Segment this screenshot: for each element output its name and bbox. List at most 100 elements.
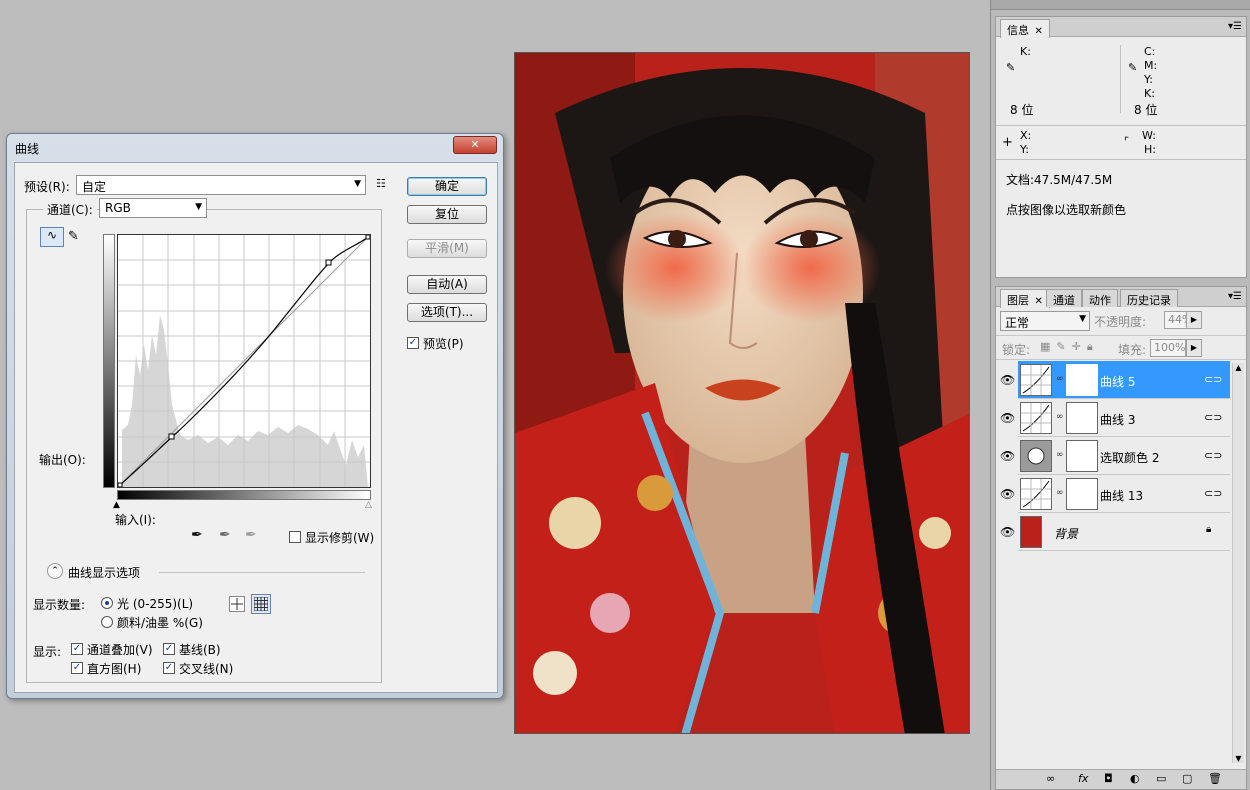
collapse-icon[interactable]: ⌃ (47, 563, 63, 579)
add-mask-icon[interactable]: ◘ (1104, 772, 1113, 785)
menu-icon[interactable]: ▾☰ (1228, 291, 1242, 302)
tab-layers[interactable]: 图层 ✕ (1000, 289, 1050, 308)
layer-name: 选取颜色 2 (1100, 451, 1160, 465)
light-radio[interactable] (101, 597, 113, 609)
curve-tool-icon[interactable]: ∿ (40, 227, 64, 247)
chevron-down-icon: ▼ (1079, 314, 1086, 324)
white-eyedropper-icon[interactable]: ✒ (245, 527, 257, 543)
curves-adjustment-icon (1020, 478, 1052, 510)
layer-mask-thumb[interactable] (1066, 478, 1098, 510)
tab-channels[interactable]: 通道 (1046, 289, 1082, 307)
link-icon[interactable]: ∞ (1056, 488, 1064, 498)
histogram (122, 315, 368, 487)
photo-image (515, 53, 969, 733)
link-icon: ⊂⊃ (1204, 487, 1223, 500)
layer-mask-thumb[interactable] (1066, 440, 1098, 472)
layer-row-curves-3[interactable]: ∞ 曲线 3 ⊂⊃ (1018, 399, 1230, 437)
layer-row-background[interactable]: 背景 🔒︎ (1018, 513, 1230, 551)
info-y: Y: (1144, 73, 1153, 86)
preset-options-icon[interactable]: ☷ (376, 177, 386, 190)
chevron-down-icon: ▼ (195, 202, 202, 212)
eye-icon[interactable]: 👁︎ (1000, 449, 1015, 463)
lock-label: 锁定: (1002, 343, 1031, 357)
eye-icon[interactable]: 👁︎ (1000, 525, 1015, 539)
preset-select[interactable]: 自定 ▼ (76, 175, 366, 195)
histogram-checkbox[interactable]: ✓ (71, 662, 83, 674)
opacity-slider-arrow[interactable]: ▶ (1186, 311, 1202, 329)
info-divider (996, 159, 1246, 160)
fill-slider-arrow[interactable]: ▶ (1186, 339, 1202, 357)
curves-graph[interactable] (117, 234, 371, 488)
channel-overlays-checkbox[interactable]: ✓ (71, 643, 83, 655)
info-m: M: (1144, 59, 1158, 72)
layer-name: 曲线 13 (1100, 489, 1144, 503)
new-layer-icon[interactable]: ▢ (1182, 772, 1192, 785)
link-icon[interactable]: ∞ (1056, 412, 1064, 422)
output-label: 输出(O): (39, 453, 86, 467)
preview-label: 预览(P) (423, 337, 464, 351)
baseline-checkbox[interactable]: ✓ (163, 643, 175, 655)
close-icon[interactable]: ✕ (1035, 26, 1043, 37)
layer-row-curves-13[interactable]: ∞ 曲线 13 ⊂⊃ (1018, 475, 1230, 513)
close-icon: ✕ (470, 138, 480, 151)
adjustment-layer-icon[interactable]: ◐ (1130, 772, 1140, 785)
crosshair-icon: + (1002, 135, 1013, 150)
pigment-radio[interactable] (101, 616, 113, 628)
tab-actions[interactable]: 动作 (1082, 289, 1118, 307)
info-c: C: (1144, 45, 1156, 58)
layers-scrollbar[interactable]: ▲ ▼ (1232, 363, 1244, 763)
auto-button[interactable]: 自动(A) (407, 275, 487, 294)
curves-adjustment-icon (1020, 364, 1052, 396)
preview-checkbox[interactable]: ✓ (407, 337, 419, 349)
link-icon[interactable]: ∞ (1056, 450, 1064, 460)
blend-mode-value: 正常 (1005, 316, 1030, 330)
eye-icon[interactable]: 👁︎ (1000, 411, 1015, 425)
black-eyedropper-icon[interactable]: ✒ (191, 527, 203, 543)
lock-buttons[interactable]: ▦✎✛🔒︎ (1040, 340, 1099, 354)
link-layers-icon[interactable]: ∞ (1046, 772, 1055, 785)
channel-overlays-label: 通道叠加(V) (87, 643, 153, 657)
fx-icon[interactable]: fx (1078, 772, 1088, 785)
layer-row-selective-color-2[interactable]: ∞ 选取颜色 2 ⊂⊃ (1018, 437, 1230, 475)
close-button[interactable]: ✕ (453, 136, 497, 154)
layer-name: 曲线 3 (1100, 413, 1136, 427)
layer-row-curves-5[interactable]: ∞ 曲线 5 ⊂⊃ (1018, 361, 1230, 399)
grid-simple-icon[interactable] (229, 596, 245, 612)
blend-mode-select[interactable]: 正常 ▼ (1000, 311, 1090, 331)
pigment-option-label: 颜料/油墨 %(G) (117, 616, 203, 630)
layer-mask-thumb[interactable] (1066, 364, 1098, 396)
layer-name: 曲线 5 (1100, 375, 1136, 389)
smooth-button[interactable]: 平滑(M) (407, 239, 487, 258)
trash-icon[interactable]: 🗑︎ (1208, 772, 1222, 785)
info-w: W: (1142, 129, 1156, 142)
info-bits-left: 8 位 (1010, 103, 1034, 117)
eye-icon[interactable]: 👁︎ (1000, 487, 1015, 501)
info-divider (1120, 45, 1121, 113)
fill-input[interactable]: 100% (1150, 339, 1186, 357)
options-button[interactable]: 选项(T)... (407, 303, 487, 322)
reset-button[interactable]: 复位 (407, 205, 487, 224)
grid-icon[interactable] (251, 594, 271, 614)
ok-button[interactable]: 确定 (407, 177, 487, 196)
show-amount-label: 显示数量: (33, 598, 86, 612)
document-canvas[interactable] (514, 52, 970, 734)
tab-history[interactable]: 历史记录 (1120, 289, 1178, 307)
close-icon[interactable]: ✕ (1035, 296, 1043, 307)
black-point-slider[interactable]: ▲ (113, 500, 120, 510)
intersection-checkbox[interactable]: ✓ (163, 662, 175, 674)
menu-icon[interactable]: ▾☰ (1228, 21, 1242, 32)
show-clipping-checkbox[interactable] (289, 531, 301, 543)
channel-select[interactable]: RGB ▼ (99, 198, 207, 218)
pencil-icon[interactable]: ✎ (68, 229, 79, 244)
link-icon[interactable]: ∞ (1056, 374, 1064, 384)
lock-icon[interactable]: 🔒︎ (1087, 340, 1099, 353)
tab-info[interactable]: 信息 ✕ (1000, 19, 1050, 38)
white-point-slider[interactable]: △ (365, 500, 372, 510)
lock-icon: 🔒︎ (1206, 524, 1212, 535)
layer-mask-thumb[interactable] (1066, 402, 1098, 434)
link-icon: ⊂⊃ (1204, 411, 1223, 424)
eye-icon[interactable]: 👁︎ (1000, 373, 1015, 387)
display-options-divider (159, 572, 365, 573)
gray-eyedropper-icon[interactable]: ✒ (219, 527, 231, 543)
group-icon[interactable]: ▭ (1156, 772, 1166, 785)
